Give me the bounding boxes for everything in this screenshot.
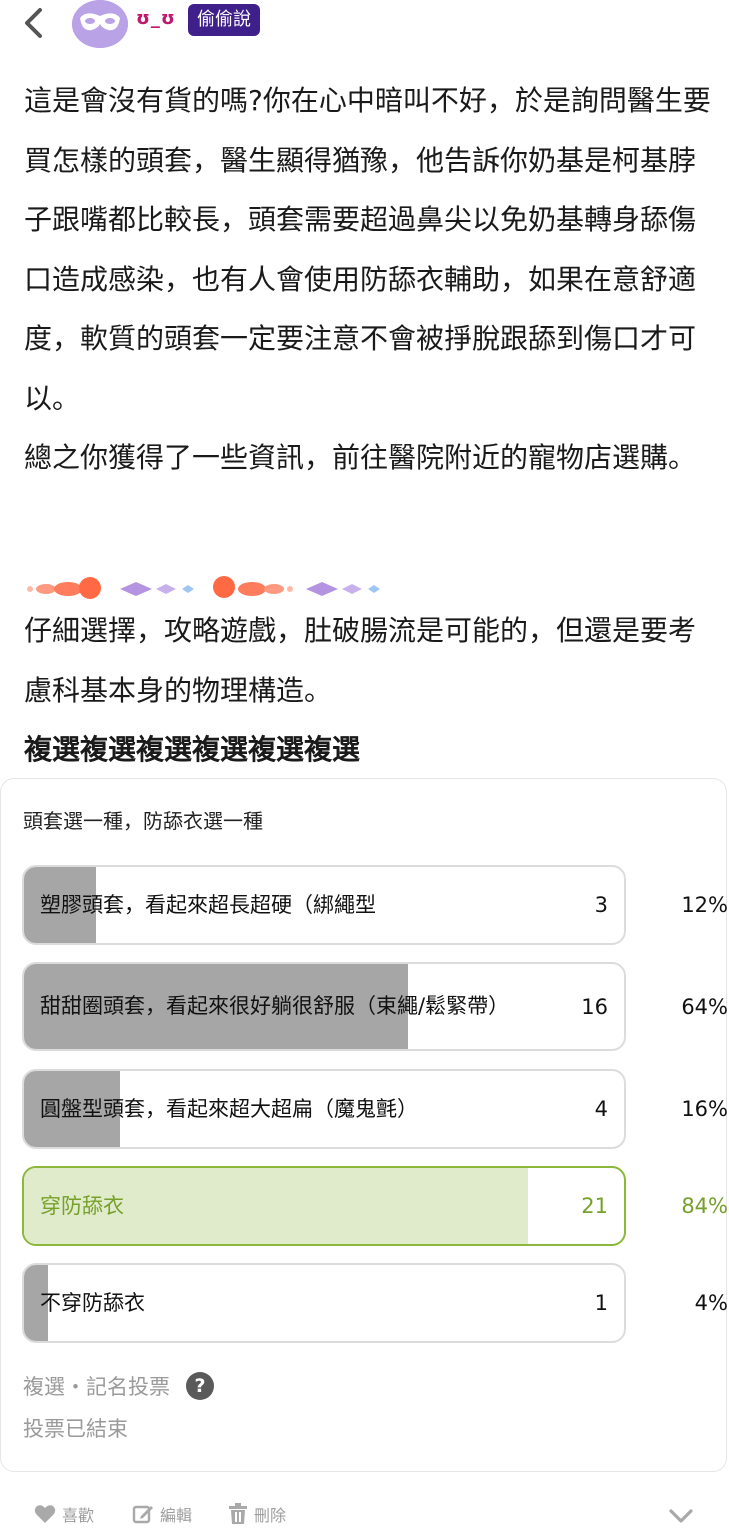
avatar[interactable] bbox=[72, 0, 128, 48]
poll-option-label: 甜甜圈頭套，看起來很好躺很舒服（束繩/鬆緊帶） bbox=[40, 994, 510, 1018]
edit-button[interactable]: 編輯 bbox=[132, 1502, 192, 1526]
poll-option-label: 塑膠頭套，看起來超長超硬（綁繩型 bbox=[40, 892, 376, 917]
poll-option[interactable]: 甜甜圈頭套，看起來很好躺很舒服（束繩/鬆緊帶） 16 64% bbox=[22, 962, 728, 1051]
poll-option-count: 16 bbox=[581, 994, 608, 1019]
poll-option-percent: 84% bbox=[681, 1194, 728, 1218]
poll-option[interactable]: 不穿防舔衣 1 4% bbox=[22, 1263, 728, 1343]
poll-meta: 複選・記名投票 ? bbox=[23, 1371, 214, 1401]
like-label: 喜歡 bbox=[62, 1506, 95, 1525]
poll-option-box: 圓盤型頭套，看起來超大超扁（魔鬼氈） 4 bbox=[22, 1069, 626, 1149]
post-paragraph: 這是會沒有貨的嗎?你在心中暗叫不好，於是詢問醫生要買怎樣的頭套，醫生顯得猶豫，他… bbox=[24, 84, 711, 415]
poll-option-percent: 16% bbox=[681, 1097, 728, 1121]
help-icon[interactable]: ? bbox=[186, 1372, 214, 1400]
post-body: 這是會沒有貨的嗎?你在心中暗叫不好，於是詢問醫生要買怎樣的頭套，醫生顯得猶豫，他… bbox=[24, 71, 714, 488]
post-bold-line: 複選複選複選複選複選複選 bbox=[24, 733, 361, 766]
poll-card: 頭套選一種，防舔衣選一種 塑膠頭套，看起來超長超硬（綁繩型 3 12% 甜甜圈頭… bbox=[0, 778, 728, 1472]
edit-label: 編輯 bbox=[160, 1506, 193, 1525]
poll-option-box: 塑膠頭套，看起來超長超硬（綁繩型 3 bbox=[22, 865, 626, 945]
poll-option-count: 4 bbox=[594, 1097, 608, 1121]
poll-option-box: 不穿防舔衣 1 bbox=[22, 1263, 626, 1343]
delete-label: 刪除 bbox=[254, 1506, 287, 1525]
poll-meta-text: 複選・記名投票 bbox=[23, 1375, 170, 1399]
post-paragraph: 仔細選擇，攻略遊戲，肚破腸流是可能的，但還是要考慮科基本身的物理構造。 bbox=[24, 614, 697, 707]
poll-option-percent: 64% bbox=[681, 994, 728, 1019]
like-button[interactable]: 喜歡 bbox=[34, 1502, 94, 1526]
chevron-down-icon[interactable] bbox=[665, 1500, 697, 1532]
poll-option-box: 穿防舔衣 21 bbox=[22, 1166, 626, 1246]
poll-option-label: 圓盤型頭套，看起來超大超扁（魔鬼氈） bbox=[40, 1096, 418, 1121]
poll-option-leading[interactable]: 穿防舔衣 21 84% bbox=[22, 1166, 728, 1246]
poll-option-count: 1 bbox=[594, 1291, 608, 1315]
poll-option[interactable]: 塑膠頭套，看起來超長超硬（綁繩型 3 12% bbox=[22, 865, 728, 945]
poll-option-count: 3 bbox=[594, 893, 608, 917]
poll-option-percent: 4% bbox=[694, 1291, 728, 1315]
trash-icon bbox=[229, 1503, 247, 1524]
decorative-divider-icon bbox=[24, 574, 394, 604]
top-bar: ʊ_ʊ 偷偷說 bbox=[0, 0, 729, 50]
poll-option[interactable]: 圓盤型頭套，看起來超大超扁（魔鬼氈） 4 16% bbox=[22, 1069, 728, 1149]
poll-option-box: 甜甜圈頭套，看起來很好躺很舒服（束繩/鬆緊帶） 16 bbox=[22, 962, 626, 1051]
edit-icon bbox=[132, 1505, 153, 1524]
post-paragraph: 總之你獲得了一些資訊，前往醫院附近的寵物店選購。 bbox=[24, 441, 697, 474]
poll-status: 投票已結束 bbox=[23, 1417, 128, 1441]
board-badge[interactable]: 偷偷說 bbox=[188, 4, 260, 36]
back-icon[interactable] bbox=[18, 6, 52, 40]
poll-question: 頭套選一種，防舔衣選一種 bbox=[23, 809, 263, 833]
post-tail: 仔細選擇，攻略遊戲，肚破腸流是可能的，但還是要考慮科基本身的物理構造。 複選複選… bbox=[24, 601, 714, 780]
delete-button[interactable]: 刪除 bbox=[228, 1502, 286, 1526]
poll-option-label: 不穿防舔衣 bbox=[40, 1290, 145, 1315]
post-actions: 喜歡 編輯 刪除 bbox=[0, 1496, 729, 1536]
username[interactable]: ʊ_ʊ bbox=[136, 8, 176, 29]
heart-icon bbox=[34, 1505, 56, 1523]
poll-option-label: 穿防舔衣 bbox=[40, 1193, 124, 1218]
poll-option-percent: 12% bbox=[681, 893, 728, 917]
poll-option-count: 21 bbox=[581, 1194, 608, 1218]
